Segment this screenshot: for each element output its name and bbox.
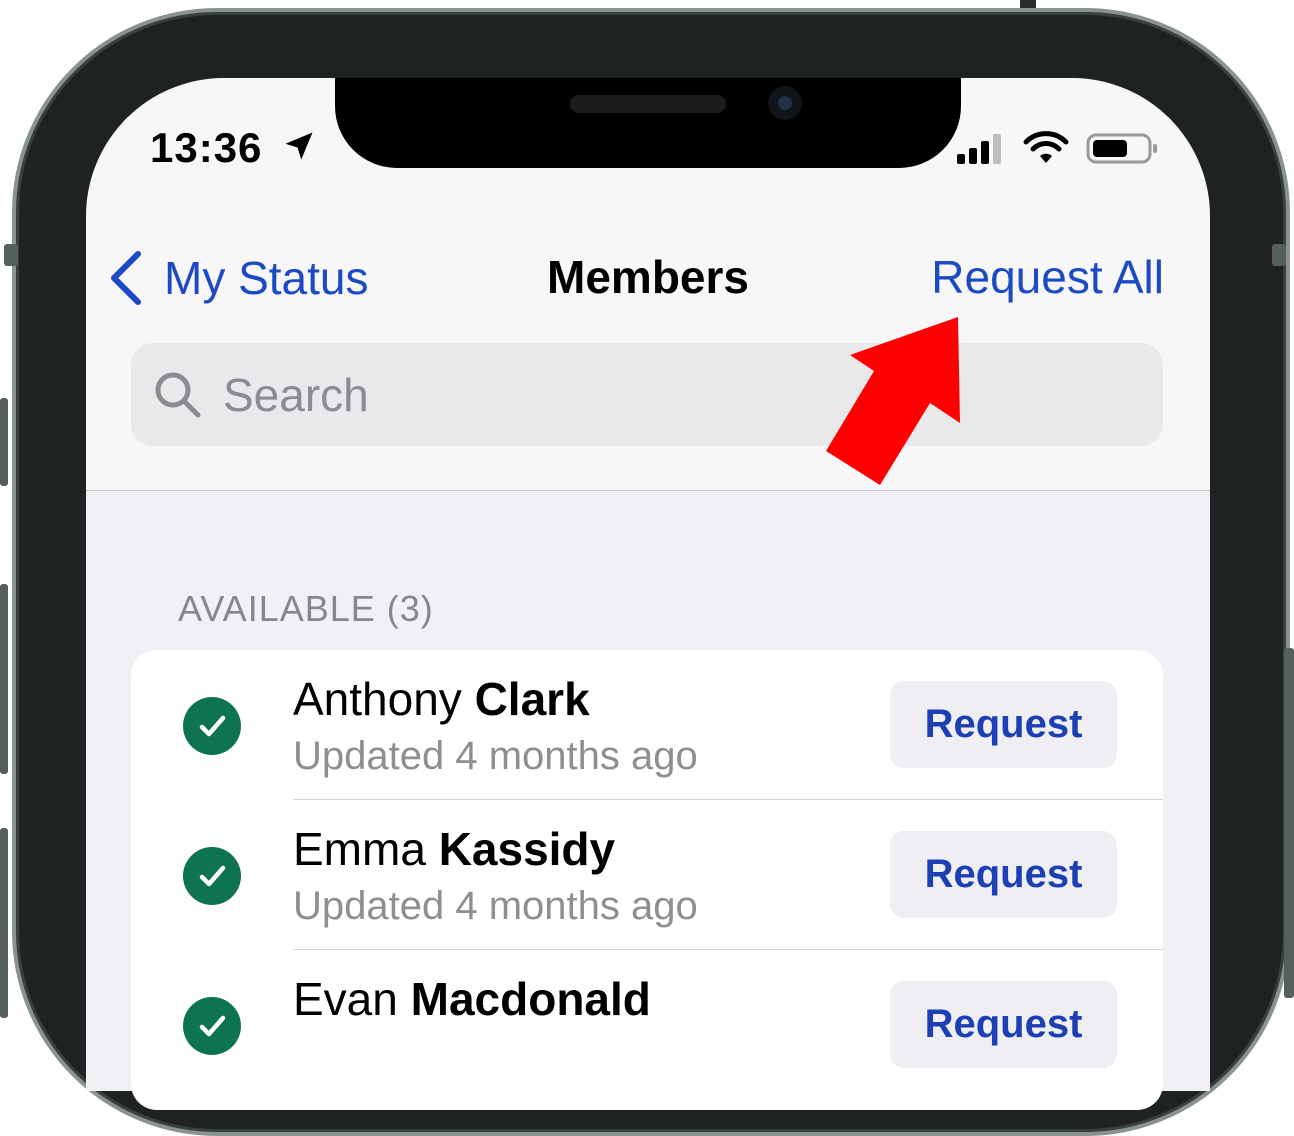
battery-icon bbox=[1086, 133, 1157, 164]
member-name: Emma Kassidy bbox=[293, 822, 615, 876]
checkmark-circle-icon bbox=[183, 697, 241, 755]
search-icon bbox=[155, 372, 201, 417]
request-button[interactable]: Request bbox=[890, 831, 1117, 918]
power-button bbox=[1284, 648, 1294, 998]
chevron-left-icon bbox=[111, 251, 141, 305]
request-button[interactable]: Request bbox=[890, 681, 1117, 768]
volume-down-button bbox=[0, 584, 8, 774]
list-item[interactable]: Evan Macdonald Request bbox=[131, 950, 1163, 1100]
status-time: 13:36 bbox=[150, 124, 317, 172]
list-item[interactable]: Anthony Clark Updated 4 months ago Reque… bbox=[131, 650, 1163, 800]
member-first-name: Anthony bbox=[293, 673, 462, 725]
member-last-name: Macdonald bbox=[410, 973, 651, 1025]
volume-up-button bbox=[0, 398, 8, 486]
back-button-label: My Status bbox=[164, 252, 369, 304]
earpiece-speaker bbox=[570, 95, 726, 113]
side-button-top bbox=[4, 244, 18, 266]
member-updated: Updated 4 months ago bbox=[293, 884, 698, 928]
page-title: Members bbox=[547, 251, 749, 303]
member-name: Evan Macdonald bbox=[293, 972, 651, 1026]
notch bbox=[335, 78, 961, 168]
list-item[interactable]: Emma Kassidy Updated 4 months ago Reques… bbox=[131, 800, 1163, 950]
wifi-icon bbox=[1023, 131, 1069, 163]
checkmark-circle-icon bbox=[183, 847, 241, 905]
member-last-name: Clark bbox=[474, 673, 590, 725]
request-all-button[interactable]: Request All bbox=[931, 250, 1164, 304]
cellular-signal-icon bbox=[957, 134, 1001, 164]
back-button[interactable]: My Status bbox=[108, 248, 369, 308]
member-first-name: Evan bbox=[293, 973, 398, 1025]
front-camera bbox=[768, 86, 802, 120]
status-icons bbox=[955, 130, 1160, 166]
checkmark-circle-icon bbox=[183, 997, 241, 1055]
member-last-name: Kassidy bbox=[438, 823, 616, 875]
member-first-name: Emma bbox=[293, 823, 426, 875]
member-updated: Updated 4 months ago bbox=[293, 734, 698, 778]
members-list: Anthony Clark Updated 4 months ago Reque… bbox=[131, 650, 1163, 1110]
location-arrow-icon bbox=[285, 132, 313, 160]
request-button[interactable]: Request bbox=[890, 981, 1117, 1068]
search-bar[interactable] bbox=[131, 343, 1163, 446]
member-name: Anthony Clark bbox=[293, 672, 590, 726]
silent-switch bbox=[0, 828, 8, 1018]
section-header: AVAILABLE (3) bbox=[178, 588, 434, 629]
side-button-right-top bbox=[1272, 244, 1286, 266]
red-arrow-pointer-icon bbox=[826, 317, 960, 485]
